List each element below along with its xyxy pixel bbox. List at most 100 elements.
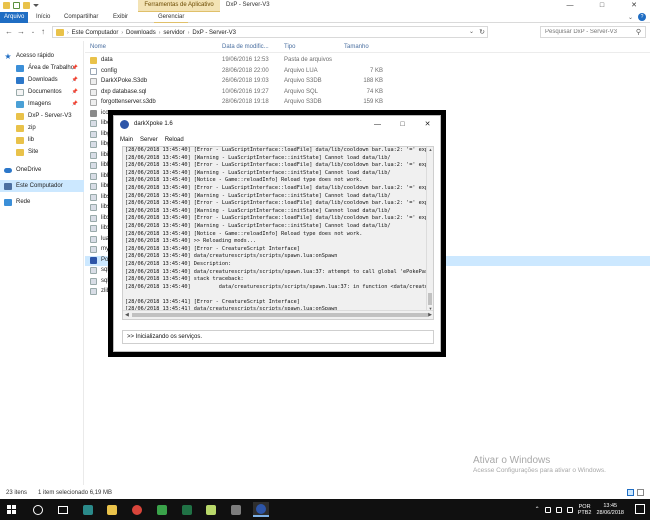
start-button[interactable] <box>0 499 22 520</box>
column-header-size[interactable]: Tamanho <box>344 44 369 50</box>
volume-icon[interactable] <box>566 506 573 513</box>
taskbar-app-tool[interactable] <box>228 502 244 517</box>
search-input[interactable] <box>545 27 635 37</box>
file-row[interactable]: forgottenserver.s3db 28/06/2018 19:18 Arqu… <box>85 98 650 108</box>
scroll-left-icon[interactable]: ◀ <box>125 311 129 319</box>
activation-watermark-subtitle: Acesse Configurações para ativar o Windo… <box>473 467 606 474</box>
large-icons-view-icon[interactable] <box>637 489 644 496</box>
nav-item-lib[interactable]: lib <box>0 134 84 146</box>
minimize-button[interactable]: — <box>365 116 390 134</box>
taskbar-app-notepad[interactable] <box>203 502 219 517</box>
address-dropdown-icon[interactable]: ⌄ <box>469 27 474 38</box>
help-icon[interactable]: ? <box>638 13 646 21</box>
recent-locations-icon[interactable]: ⌄ <box>28 27 38 37</box>
close-button[interactable]: ✕ <box>415 116 440 134</box>
taskbar-app-darkxpoke[interactable] <box>253 502 269 517</box>
log-line: [28/06/2018 13:45:40] data/creaturescrip… <box>125 268 427 275</box>
nav-item-downloads[interactable]: Downloads 📌 <box>0 74 84 86</box>
scrollbar-thumb[interactable] <box>132 313 428 317</box>
task-view-button[interactable] <box>55 502 71 517</box>
nav-item-site[interactable]: Site <box>0 146 84 158</box>
tab-arquivo[interactable]: Arquivo <box>0 12 28 23</box>
chevron-down-icon[interactable] <box>33 4 39 7</box>
vertical-scrollbar[interactable]: ▲ ▼ <box>426 147 433 311</box>
nav-item-desktop[interactable]: Área de Trabalho 📌 <box>0 62 84 74</box>
file-row[interactable]: data 19/06/2016 12:53 Pasta de arquivos <box>85 56 650 66</box>
file-row[interactable]: dxp database.sql 10/06/2016 19:27 Arquivo … <box>85 88 650 98</box>
back-arrow-icon[interactable]: ← <box>4 27 14 37</box>
tab-gerenciar[interactable]: Gerenciar <box>154 12 189 23</box>
column-header-type[interactable]: Tipo <box>284 44 295 50</box>
column-header-name[interactable]: Nome <box>90 44 106 50</box>
close-button[interactable]: ✕ <box>618 0 650 12</box>
nav-item-onedrive[interactable]: OneDrive <box>0 164 84 176</box>
quick-access-toolbar <box>3 2 39 9</box>
taskbar-app-excel[interactable] <box>179 502 195 517</box>
expand-ribbon-icon[interactable]: ⌄ <box>628 14 633 21</box>
tab-compartilhar[interactable]: Compartilhar <box>60 12 102 23</box>
nav-item-zip[interactable]: zip <box>0 122 84 134</box>
maximize-button[interactable]: □ <box>586 0 618 12</box>
input-language[interactable]: POR PTB2 <box>578 504 592 516</box>
up-arrow-icon[interactable]: ↑ <box>38 27 48 37</box>
menu-reload[interactable]: Reload <box>165 135 184 145</box>
details-view-icon[interactable] <box>627 489 634 496</box>
dll-file-icon <box>90 120 97 127</box>
activation-watermark-title: Ativar o Windows <box>473 455 551 466</box>
show-hidden-icons-icon[interactable]: ⌃ <box>535 506 540 513</box>
refresh-icon[interactable]: ↻ <box>479 27 485 38</box>
battery-icon[interactable] <box>544 506 551 513</box>
file-explorer-icon <box>107 504 117 515</box>
console-log[interactable]: [28/06/2018 13:45:40] [Error - LuaScript… <box>122 146 434 320</box>
file-type: Arquivo LUA <box>284 67 318 74</box>
tab-inicio[interactable]: Início <box>32 12 54 23</box>
breadcrumb-item[interactable]: DxP - Server-V3 <box>192 30 236 36</box>
maximize-button[interactable]: □ <box>390 116 415 134</box>
nav-item-images[interactable]: Imagens 📌 <box>0 98 84 110</box>
address-bar[interactable]: › Este Computador › Downloads › servidor… <box>52 26 488 38</box>
taskbar-app-green[interactable] <box>154 502 170 517</box>
file-row[interactable]: DarkXPoke.S3db 26/06/2018 19:03 Arquivo S3… <box>85 77 650 87</box>
taskbar-app-edge[interactable] <box>80 502 96 517</box>
properties-icon[interactable] <box>13 2 20 9</box>
notification-center-icon[interactable] <box>635 504 645 514</box>
search-icon[interactable]: ⚲ <box>636 28 641 36</box>
search-taskbar-button[interactable] <box>30 502 46 517</box>
dll-file-icon <box>90 183 97 190</box>
nav-item-documents[interactable]: Documentos 📌 <box>0 86 84 98</box>
breadcrumb-item[interactable]: Downloads <box>126 30 156 36</box>
file-row[interactable]: config 28/06/2018 22:00 Arquivo LUA 7 KB <box>85 67 650 77</box>
breadcrumb-item[interactable]: Este Computador <box>72 30 119 36</box>
breadcrumb-separator: › <box>158 29 161 36</box>
scroll-right-icon[interactable]: ▶ <box>428 311 432 319</box>
folder-icon[interactable] <box>3 2 10 9</box>
database-file-icon <box>90 78 97 85</box>
scrollbar-thumb[interactable] <box>428 293 432 305</box>
menu-server[interactable]: Server <box>140 135 158 145</box>
network-icon[interactable] <box>555 506 562 513</box>
nav-item-quick-access[interactable]: ★ Acesso rápido <box>0 50 84 62</box>
tab-exibir[interactable]: Exibir <box>109 12 132 23</box>
menu-main[interactable]: Main <box>120 135 133 145</box>
breadcrumb-item[interactable]: servidor <box>163 30 184 36</box>
horizontal-scrollbar[interactable]: ◀ ▶ <box>123 310 433 319</box>
clock[interactable]: 13:45 28/06/2018 <box>596 503 624 517</box>
column-header-date[interactable]: Data de modific... <box>222 44 269 50</box>
forward-arrow-icon[interactable]: → <box>16 27 26 37</box>
taskbar-app-explorer[interactable] <box>104 502 120 517</box>
nav-item-dxp-server[interactable]: DxP - Server-V3 <box>0 110 84 122</box>
new-folder-icon[interactable] <box>23 2 30 9</box>
console-status-field[interactable]: >> Inicializando os serviços. <box>122 330 434 344</box>
minimize-button[interactable]: — <box>554 0 586 12</box>
search-box[interactable]: ⚲ <box>540 26 646 38</box>
taskbar-app-chrome[interactable] <box>129 502 145 517</box>
file-name: dxp database.sql <box>101 88 147 95</box>
scroll-up-icon[interactable]: ▲ <box>427 147 433 152</box>
onedrive-icon <box>4 167 12 173</box>
status-bar: 23 itens 1 item selecionado 6,19 MB <box>0 487 650 499</box>
nav-item-network[interactable]: Rede <box>0 196 84 208</box>
nav-item-this-pc[interactable]: Este Computador <box>0 180 84 192</box>
dll-file-icon <box>90 193 97 201</box>
selection-info: 1 item selecionado 6,19 MB <box>38 490 113 496</box>
log-line: [28/06/2018 13:45:40] Description: <box>125 260 232 267</box>
